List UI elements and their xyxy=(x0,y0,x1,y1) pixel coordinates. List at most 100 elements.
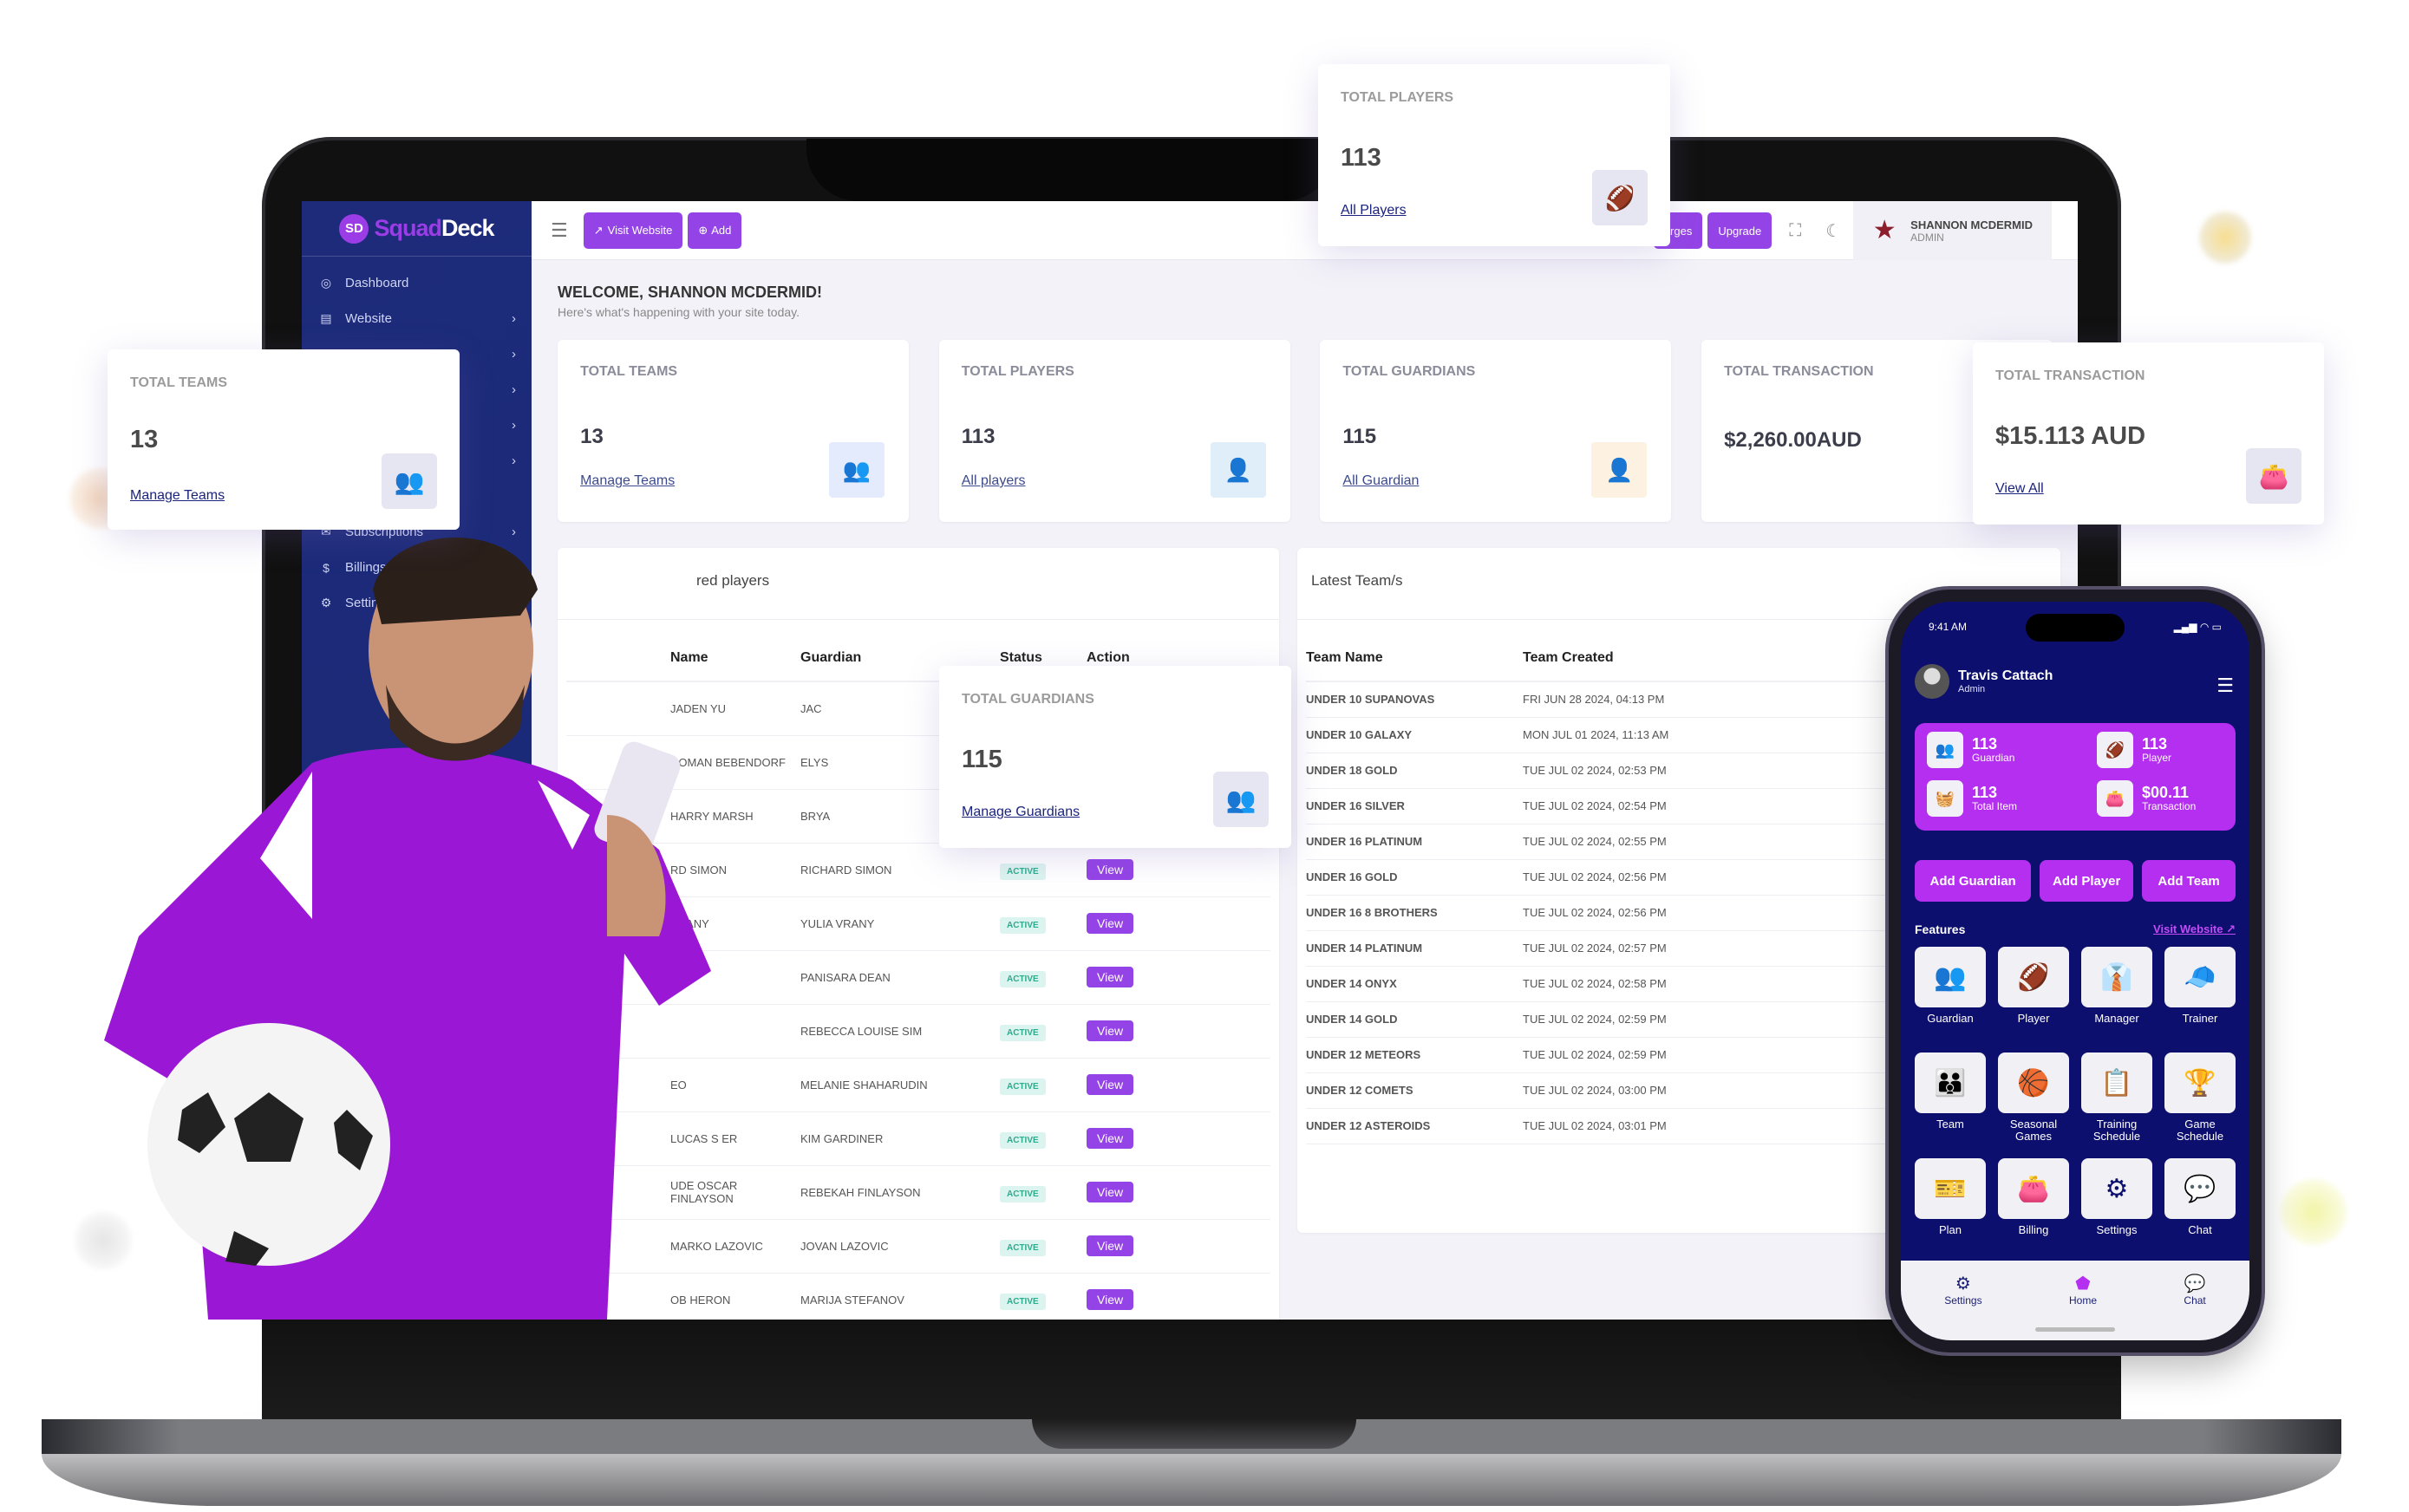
mobile-user-name: Travis Cattach xyxy=(1958,668,2053,683)
add-button[interactable]: ⊕ Add xyxy=(688,212,742,249)
view-button[interactable]: View xyxy=(1087,967,1134,987)
feature-tile[interactable]: 👪 Team xyxy=(1915,1053,1986,1146)
view-button[interactable]: View xyxy=(1087,1235,1134,1256)
stat-card: TOTAL GUARDIANS 115 All Guardian 👤 xyxy=(1320,340,1672,522)
stat-value: 13 xyxy=(580,425,604,448)
team-name-link[interactable]: UNDER 16 SILVER xyxy=(1306,788,1523,824)
layout-icon: ▤ xyxy=(320,311,332,325)
mobile-stat[interactable]: 🧺 113 Total Item xyxy=(1927,780,2017,817)
sidebar-item[interactable]: $ Billings xyxy=(302,550,532,585)
feature-tile[interactable]: 👔 Manager xyxy=(2081,947,2152,1040)
sidebar-item[interactable]: ▤ Website › xyxy=(302,301,532,336)
status-badge: ACTIVE xyxy=(1000,1239,1046,1256)
team-name-link[interactable]: UNDER 14 ONYX xyxy=(1306,966,1523,1002)
table-row[interactable]: PANISARA DEAN ACTIVE View xyxy=(566,950,1270,1005)
team-name-link[interactable]: UNDER 14 GOLD xyxy=(1306,1001,1523,1038)
plan-icon: 🎫 xyxy=(1915,1158,1986,1219)
feature-tile[interactable]: 🏈 Player xyxy=(1998,947,2069,1040)
stat-link[interactable]: Manage Teams xyxy=(580,473,675,489)
column-header[interactable]: Team Name xyxy=(1306,635,1523,682)
status-cell: ACTIVE xyxy=(1000,1058,1087,1112)
visit-website-link[interactable]: Visit Website ↗ xyxy=(2153,922,2236,936)
team-name-link[interactable]: UNDER 16 PLATINUM xyxy=(1306,824,1523,860)
brand-name-part1: Squad xyxy=(374,215,442,241)
visit-website-button[interactable]: ↗ Visit Website xyxy=(583,212,683,249)
view-button[interactable]: View xyxy=(1087,1182,1134,1202)
mobile-action-button[interactable]: Add Guardian xyxy=(1915,860,2032,902)
all-players-link[interactable]: All Players xyxy=(1341,203,1407,218)
team-name-link[interactable]: UNDER 16 8 BROTHERS xyxy=(1306,895,1523,931)
mobile-stat[interactable]: 👥 113 Guardian xyxy=(1927,732,2014,768)
feature-tile[interactable]: 🏆 Game Schedule xyxy=(2164,1053,2236,1146)
team-name-link[interactable]: UNDER 12 ASTEROIDS xyxy=(1306,1108,1523,1144)
table-row[interactable]: LUCAS S ER KIM GARDINER ACTIVE View xyxy=(566,1111,1270,1166)
sidebar-item-label: Billings xyxy=(345,560,387,575)
upgrade-button[interactable]: Upgrade xyxy=(1707,212,1772,249)
bottom-nav-item[interactable]: ⚙ Settings xyxy=(1944,1273,1981,1340)
team-name-link[interactable]: UNDER 16 GOLD xyxy=(1306,859,1523,896)
feature-tile[interactable]: 👛 Billing xyxy=(1998,1158,2069,1252)
team-name-link[interactable]: UNDER 18 GOLD xyxy=(1306,753,1523,789)
mobile-user-header[interactable]: Travis Cattach Admin xyxy=(1915,664,2053,699)
column-header[interactable]: Name xyxy=(566,635,800,682)
feature-tile[interactable]: 📋 Training Schedule xyxy=(2081,1053,2152,1146)
sidebar-item-label: Dashboard xyxy=(345,276,409,290)
view-button[interactable]: View xyxy=(1087,1074,1134,1095)
stat-link[interactable]: All players xyxy=(962,473,1026,489)
team-created: TUE JUL 02 2024, 02:55 PM xyxy=(1523,824,1774,860)
mobile-stat[interactable]: 🏈 113 Player xyxy=(2097,732,2171,768)
fullscreen-icon[interactable]: ⛶ xyxy=(1789,221,1801,241)
bottom-nav-item[interactable]: 💬 Chat xyxy=(2184,1273,2205,1340)
mobile-stat[interactable]: 👛 $00.11 Transaction xyxy=(2097,780,2196,817)
manage-teams-link[interactable]: Manage Teams xyxy=(130,488,225,504)
trainer-icon: 🧢 xyxy=(2164,947,2236,1007)
mobile-action-button[interactable]: Add Player xyxy=(2040,860,2134,902)
mobile-action-button[interactable]: Add Team xyxy=(2142,860,2236,902)
gear-icon: ⚙ xyxy=(320,596,332,609)
team-name-link[interactable]: UNDER 10 SUPANOVAS xyxy=(1306,681,1523,718)
view-button[interactable]: View xyxy=(1087,913,1134,934)
action-cell: View xyxy=(1087,1004,1270,1059)
manager-icon: 👔 xyxy=(2081,947,2152,1007)
team-name-link[interactable]: UNDER 14 PLATINUM xyxy=(1306,930,1523,967)
team-name-link[interactable]: UNDER 12 METEORS xyxy=(1306,1037,1523,1073)
hamburger-menu-icon[interactable]: ☰ xyxy=(551,219,568,242)
status-cell: ACTIVE xyxy=(1000,896,1087,951)
table-row[interactable]: RD SIMON RICHARD SIMON ACTIVE View xyxy=(566,843,1270,897)
team-name-link[interactable]: UNDER 12 COMETS xyxy=(1306,1072,1523,1109)
table-row[interactable]: REBECCA LOUISE SIM ACTIVE View xyxy=(566,1004,1270,1059)
dark-mode-moon-icon[interactable]: ☾ xyxy=(1825,220,1841,242)
team-name-link[interactable]: UNDER 10 GALAXY xyxy=(1306,717,1523,753)
sidebar-item[interactable]: ⚙ Settings xyxy=(302,585,532,621)
feature-tile[interactable]: 👥 Guardian xyxy=(1915,947,1986,1040)
feature-tile[interactable]: 🎫 Plan xyxy=(1915,1158,1986,1252)
feature-tile[interactable]: 🧢 Trainer xyxy=(2164,947,2236,1040)
manage-guardians-link[interactable]: Manage Guardians xyxy=(962,805,1080,820)
view-button[interactable]: View xyxy=(1087,1289,1134,1310)
feature-tile[interactable]: 💬 Chat xyxy=(2164,1158,2236,1252)
feature-tile[interactable]: ⚙ Settings xyxy=(2081,1158,2152,1252)
table-row[interactable]: OB HERON MARIJA STEFANOV ACTIVE View xyxy=(566,1273,1270,1320)
sidebar-item[interactable]: ◎ Dashboard xyxy=(302,265,532,301)
menu-icon[interactable]: ☰ xyxy=(2216,675,2234,697)
user-menu[interactable]: ★ SHANNON MCDERMID ADMIN xyxy=(1853,201,2052,260)
view-all-link[interactable]: View All xyxy=(1995,481,2044,497)
view-button[interactable]: View xyxy=(1087,1128,1134,1149)
table-row[interactable]: VRANY YULIA VRANY ACTIVE View xyxy=(566,896,1270,951)
feature-tile[interactable]: 🏀 Seasonal Games xyxy=(1998,1053,2069,1146)
floating-total-teams-card: TOTAL TEAMS 13 Manage Teams 👥 xyxy=(108,349,460,530)
team-created: TUE JUL 02 2024, 03:01 PM xyxy=(1523,1108,1774,1144)
brand-logo[interactable]: SD SquadDeck xyxy=(302,201,532,257)
status-bar: 9:41 AM ▂▄▆ ◠ ▭ xyxy=(1929,621,2222,633)
column-header[interactable]: Team Created xyxy=(1523,635,1774,682)
table-row[interactable]: UDE OSCAR FINLAYSON REBEKAH FINLAYSON ACTI… xyxy=(566,1165,1270,1220)
table-row[interactable]: MARKO LAZOVIC JOVAN LAZOVIC ACTIVE View xyxy=(566,1219,1270,1274)
status-badge: ACTIVE xyxy=(1000,1131,1046,1149)
view-button[interactable]: View xyxy=(1087,1020,1134,1041)
table-row[interactable]: EO MELANIE SHAHARUDIN ACTIVE View xyxy=(566,1058,1270,1112)
view-button[interactable]: View xyxy=(1087,859,1134,880)
guardian-name: MARIJA STEFANOV xyxy=(800,1273,1000,1320)
feature-label: Team xyxy=(1936,1118,1964,1131)
stat-link[interactable]: All Guardian xyxy=(1342,473,1419,489)
player-name: UDE OSCAR FINLAYSON xyxy=(566,1165,800,1220)
